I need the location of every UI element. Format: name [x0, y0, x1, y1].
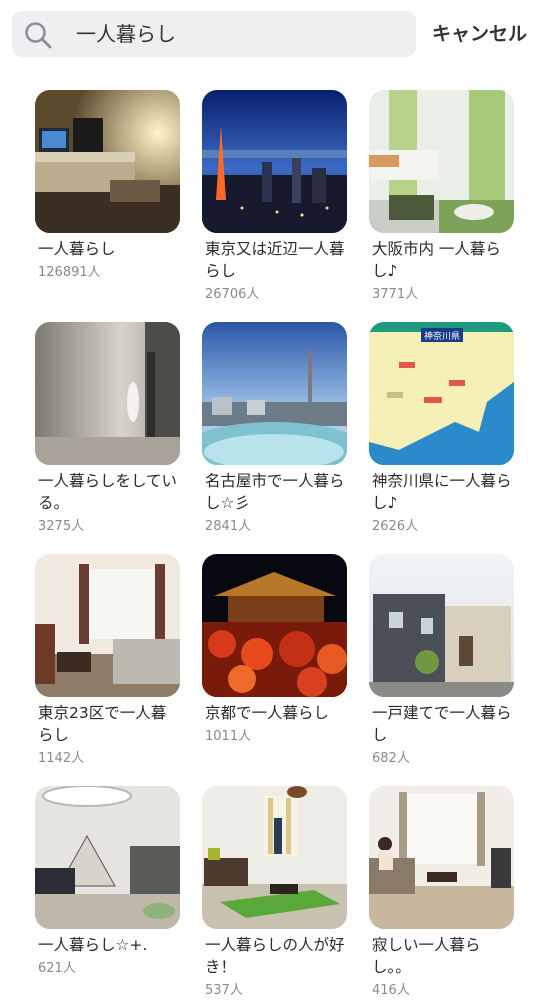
nagoya-tv-tower-photo	[202, 322, 347, 465]
sofa-room-photo	[35, 554, 180, 697]
result-thumbnail[interactable]	[369, 90, 514, 233]
person-in-living-room-photo	[202, 786, 347, 929]
result-name: 一人暮らし	[38, 240, 116, 258]
result-thumbnail[interactable]	[202, 554, 347, 697]
result-member-count: 1142人	[38, 751, 85, 766]
result-thumbnail[interactable]	[35, 554, 180, 697]
detached-house-photo	[369, 554, 514, 697]
kyoto-temple-night-photo	[202, 554, 347, 697]
result-thumbnail[interactable]	[369, 554, 514, 697]
result-thumbnail[interactable]	[35, 322, 180, 465]
result-name: 東京23区で一人暮らし	[38, 704, 167, 744]
result-name: 大阪市内 一人暮らし♪	[372, 240, 501, 280]
result-name: 東京又は近辺一人暮らし	[205, 240, 345, 280]
result-name: 一戸建てで一人暮らし	[372, 704, 512, 744]
tokyo-tower-night-photo	[202, 90, 347, 233]
result-member-count: 416人	[372, 983, 410, 998]
result-member-count: 621人	[38, 961, 76, 976]
result-name: 名古屋市で一人暮らし☆彡	[205, 472, 345, 512]
result-name: 一人暮らしをしている。	[38, 472, 178, 512]
result-member-count: 2626人	[372, 519, 419, 534]
result-member-count: 682人	[372, 751, 410, 766]
result-thumbnail[interactable]	[202, 90, 347, 233]
result-member-count: 1011人	[205, 729, 252, 744]
result-thumbnail[interactable]	[35, 786, 180, 929]
empty-apartment-photo	[35, 322, 180, 465]
result-member-count: 3275人	[38, 519, 85, 534]
kanagawa-map: 神奈川県	[369, 322, 514, 465]
result-name: 京都で一人暮らし	[205, 704, 330, 722]
results-grid: 一人暮らし 126891人 東京又は近辺一人暮らし 26706人 大阪市内 一人暮ら…	[0, 0, 545, 1000]
result-name: 一人暮らしの人が好き！	[205, 936, 345, 976]
result-name: 寂しい一人暮らし。。	[372, 936, 481, 976]
result-thumbnail[interactable]	[35, 90, 180, 233]
result-thumbnail[interactable]	[202, 786, 347, 929]
bright-living-room-photo	[369, 90, 514, 233]
result-member-count: 26706人	[205, 287, 260, 302]
result-member-count: 3771人	[372, 287, 419, 302]
result-member-count: 537人	[205, 983, 243, 998]
result-thumbnail[interactable]	[202, 322, 347, 465]
result-thumbnail[interactable]	[369, 786, 514, 929]
loft-living-room-photo	[35, 786, 180, 929]
result-member-count: 126891人	[38, 265, 101, 280]
woman-on-sofa-photo	[369, 786, 514, 929]
living-room-night-photo	[35, 90, 180, 233]
svg-text:神奈川県: 神奈川県	[424, 330, 460, 342]
result-name: 神奈川県に一人暮らし♪	[372, 472, 512, 512]
result-thumbnail[interactable]: 神奈川県	[369, 322, 514, 465]
result-member-count: 2841人	[205, 519, 252, 534]
result-name: 一人暮らし☆+.	[38, 936, 148, 954]
